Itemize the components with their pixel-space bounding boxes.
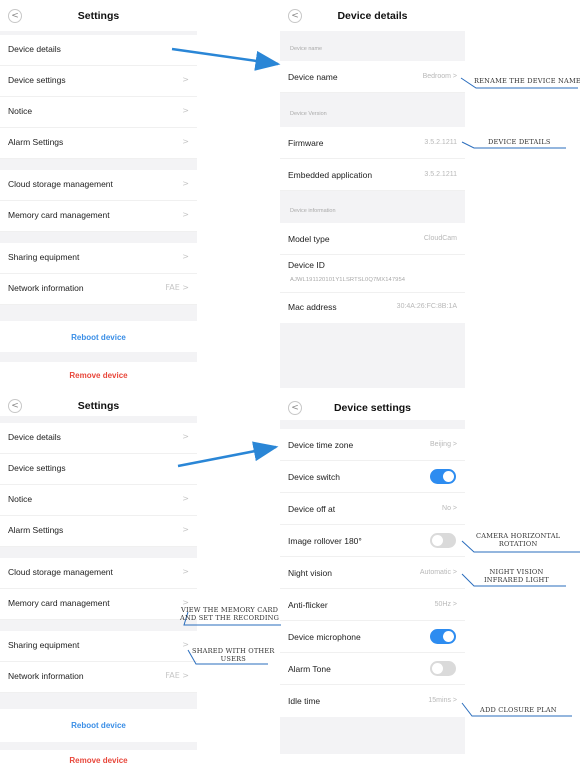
callout-device-details: DEVICE DETAILS — [488, 138, 551, 146]
callout-camera-rotation: CAMERA HORIZONTAL ROTATION — [476, 532, 561, 548]
arrow-to-device-settings — [177, 441, 279, 468]
callout-closure-plan: ADD CLOSURE PLAN — [480, 706, 557, 714]
arrow-to-device-details — [171, 47, 281, 71]
callout-memory-card: VIEW THE MEMORY CARD AND SET THE RECORDI… — [180, 606, 280, 622]
callout-night-vision: NIGHT VISION INFRARED LIGHT — [484, 568, 550, 584]
callout-sharing: SHARED WITH OTHER USERS — [192, 647, 275, 663]
annotation-arrows — [171, 47, 580, 717]
callout-rename-device: RENAME THE DEVICE NAME — [474, 77, 580, 85]
